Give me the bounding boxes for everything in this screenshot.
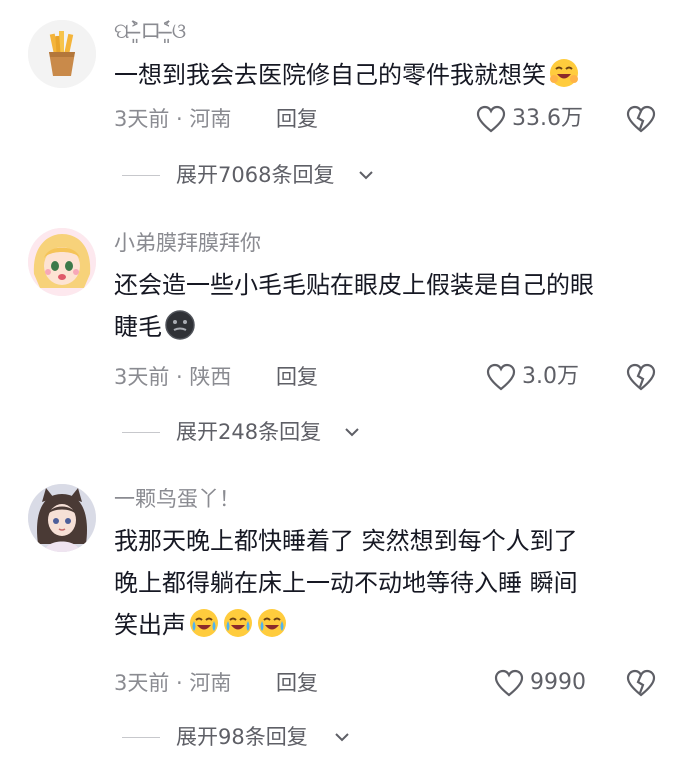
divider-line xyxy=(122,432,160,433)
like-count: 33.6万 xyxy=(512,106,583,131)
comment-line: 我那天晚上都快睡着了 突然想到每个人到了 xyxy=(114,527,578,555)
grinning-hug-emoji xyxy=(548,57,580,102)
heart-icon xyxy=(494,669,524,697)
chevron-down-icon xyxy=(335,733,349,742)
reply-button[interactable]: 回复 xyxy=(276,666,318,700)
time-location: 3天前 · 河南 xyxy=(114,671,232,695)
dark-face-emoji xyxy=(164,309,196,354)
comment-line: 一想到我会去医院修自己的零件我就想笑 xyxy=(114,61,546,89)
broken-heart-icon[interactable] xyxy=(626,363,656,391)
reply-button[interactable]: 回复 xyxy=(276,360,318,394)
like-button[interactable]: 9990 xyxy=(494,666,634,700)
comment-line: 睫毛 xyxy=(114,313,162,341)
divider-line xyxy=(122,175,160,176)
expand-label: 展开98条回复 xyxy=(176,725,308,749)
comment-line: 晚上都得躺在床上一动不动地等待入睡 瞬间 xyxy=(114,569,578,597)
time-location: 3天前 · 河南 xyxy=(114,107,232,131)
comment-meta: 3天前 · 陕西 回复 3.0万 xyxy=(114,360,656,394)
heart-icon xyxy=(486,363,516,391)
chevron-down-icon xyxy=(345,428,359,437)
crying-laughing-emoji xyxy=(186,609,288,639)
anime-girl-avatar xyxy=(28,228,96,296)
comment-item: 一颗鸟蛋丫！ 我那天晚上都快睡着了 突然想到每个人到了 晚上都得躺在床上一动不动… xyxy=(0,484,690,756)
comment-text: 一想到我会去医院修自己的零件我就想笑 xyxy=(114,54,670,102)
username[interactable]: 小弟膜拜膜拜你 xyxy=(114,228,261,258)
avatar[interactable] xyxy=(28,228,96,296)
comment-line: 还会造一些小毛毛贴在眼皮上假装是自己的眼 xyxy=(114,271,594,299)
like-button[interactable]: 33.6万 xyxy=(476,102,616,136)
chevron-down-icon xyxy=(359,171,373,180)
comment-line: 笑出声 xyxy=(114,611,186,639)
like-button[interactable]: 3.0万 xyxy=(486,360,626,394)
expand-label: 展开7068条回复 xyxy=(176,163,335,187)
broken-heart-icon[interactable] xyxy=(626,105,656,133)
comment-text: 我那天晚上都快睡着了 突然想到每个人到了 晚上都得躺在床上一动不动地等待入睡 瞬… xyxy=(114,520,670,652)
like-count: 9990 xyxy=(530,670,586,695)
reply-button[interactable]: 回复 xyxy=(276,102,318,136)
comment-meta: 3天前 · 河南 回复 9990 xyxy=(114,666,656,700)
comment-item: 小弟膜拜膜拜你 还会造一些小毛毛贴在眼皮上假装是自己的眼 睫毛 3天前 · 陕西… xyxy=(0,228,690,454)
like-count: 3.0万 xyxy=(522,364,579,389)
girl-cat-ears-avatar xyxy=(28,484,96,552)
avatar[interactable] xyxy=(28,20,96,88)
broken-heart-icon[interactable] xyxy=(626,669,656,697)
expand-label: 展开248条回复 xyxy=(176,420,322,444)
time-location: 3天前 · 陕西 xyxy=(114,365,232,389)
username[interactable]: 一颗鸟蛋丫！ xyxy=(114,484,240,514)
fries-icon xyxy=(28,20,96,88)
comment-text: 还会造一些小毛毛贴在眼皮上假装是自己的眼 睫毛 xyxy=(114,264,670,354)
heart-icon xyxy=(476,105,506,133)
comment-item: ପ˃̶͈̀ロ˂̶͈́ଓ 一想到我会去医院修自己的零件我就想笑 3天前 · 河南 … xyxy=(0,16,690,196)
comment-meta: 3天前 · 河南 回复 33.6万 xyxy=(114,102,656,136)
username[interactable]: ପ˃̶͈̀ロ˂̶͈́ଓ xyxy=(114,16,186,46)
avatar[interactable] xyxy=(28,484,96,552)
divider-line xyxy=(122,737,160,738)
